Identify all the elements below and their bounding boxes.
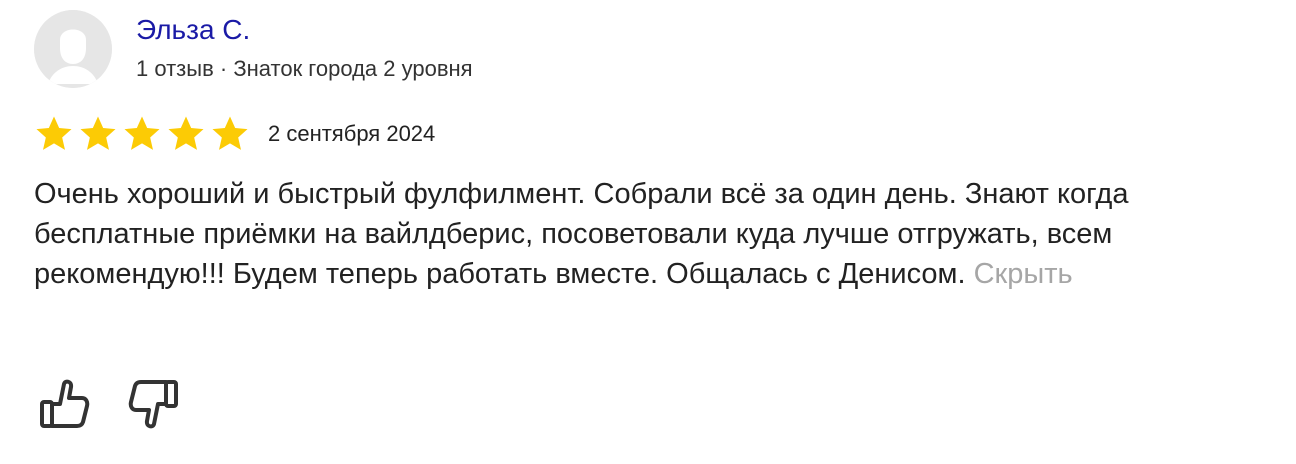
author-name-link[interactable]: Эльза С. [136,12,473,48]
user-silhouette-icon [34,10,112,88]
review-body: Очень хороший и быстрый фулфилмент. Собр… [34,174,1274,294]
star-rating [34,114,250,154]
author-avatar[interactable] [34,10,112,88]
reactions [38,376,180,432]
thumbs-down-icon[interactable] [128,376,180,432]
star-icon [168,116,204,150]
author-info: Эльза С. 1 отзыв · Знаток города 2 уровн… [136,12,473,84]
hide-text-link[interactable]: Скрыть [974,258,1073,290]
rating-row: 2 сентября 2024 [34,114,435,154]
star-icon [36,116,72,150]
review-text: Очень хороший и быстрый фулфилмент. Собр… [34,178,1129,290]
review-date: 2 сентября 2024 [268,121,436,146]
star-icon [80,116,116,150]
star-icon [124,116,160,150]
author-meta: 1 отзыв · Знаток города 2 уровня [136,56,473,81]
thumbs-up-icon[interactable] [38,376,90,432]
star-icon [212,116,248,150]
